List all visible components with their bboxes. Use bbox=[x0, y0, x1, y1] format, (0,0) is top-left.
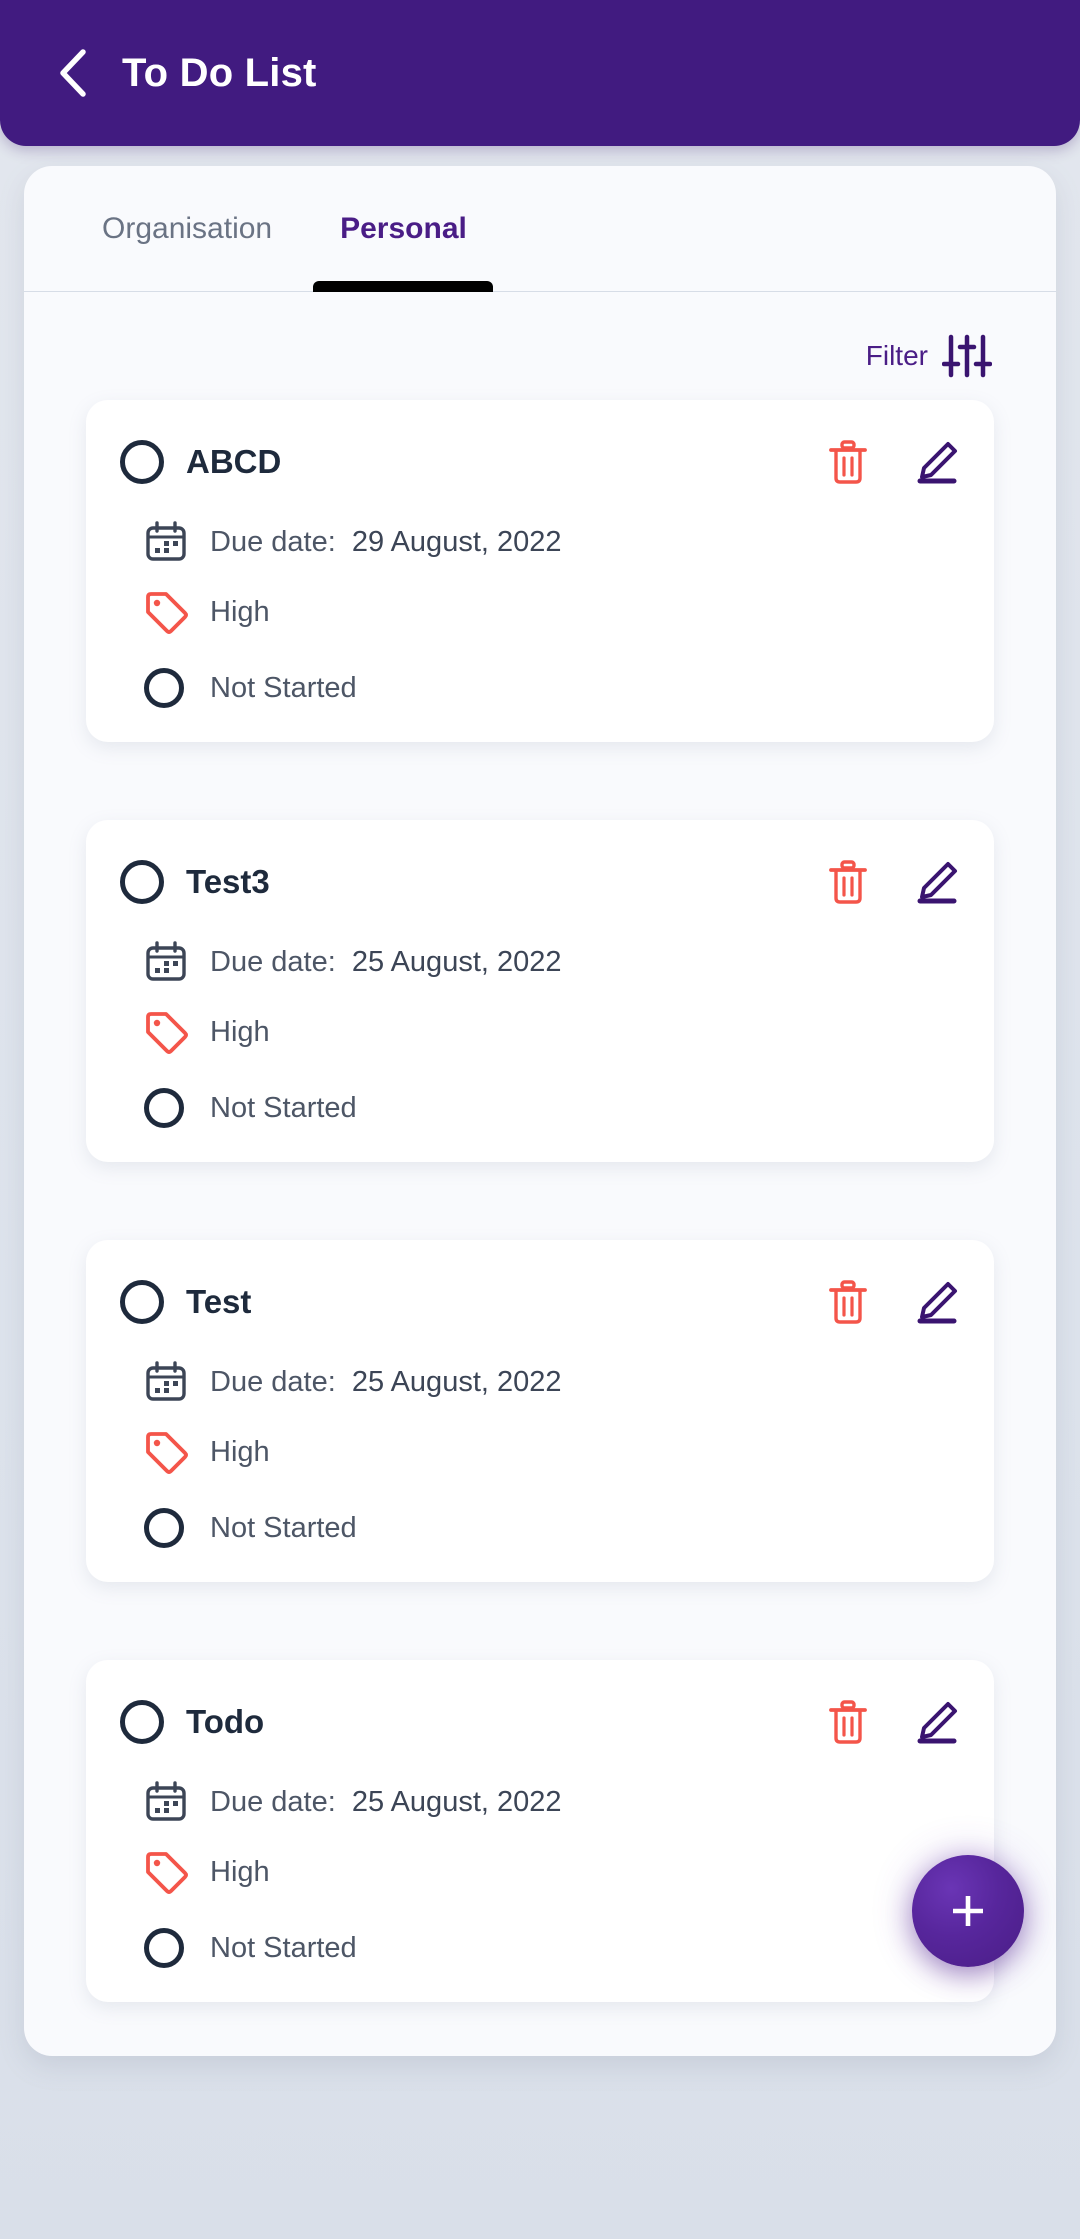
tag-icon bbox=[144, 1850, 192, 1894]
page-title: To Do List bbox=[122, 50, 317, 95]
edit-task-button[interactable] bbox=[914, 859, 960, 905]
tab-personal[interactable]: Personal bbox=[340, 166, 467, 292]
task-status: Not Started bbox=[210, 671, 357, 704]
task-status: Not Started bbox=[210, 1931, 357, 1964]
delete-task-button[interactable] bbox=[828, 1279, 868, 1325]
pencil-icon bbox=[917, 862, 957, 904]
filter-label: Filter bbox=[865, 340, 928, 371]
due-date-value: 25 August, 2022 bbox=[351, 1365, 562, 1398]
sliders-icon bbox=[942, 334, 992, 378]
task-checkbox[interactable] bbox=[120, 440, 164, 484]
due-date-label: Due date: bbox=[210, 1365, 352, 1398]
task-priority: High bbox=[210, 1855, 270, 1888]
content-sheet: Organisation Personal Filter ABCD Due da… bbox=[24, 166, 1056, 2056]
task-due-date: Due date: 29 August, 2022 bbox=[210, 526, 562, 559]
task-due-date-row: Due date: 25 August, 2022 bbox=[120, 940, 960, 984]
task-actions bbox=[828, 439, 960, 485]
app-screen: To Do List Organisation Personal Filter bbox=[0, 0, 1080, 2239]
tag-icon bbox=[144, 1430, 192, 1474]
task-priority-row: High bbox=[120, 1010, 960, 1054]
task-actions bbox=[828, 859, 960, 905]
pencil-icon bbox=[917, 1282, 957, 1324]
task-status-row: Not Started bbox=[120, 1088, 960, 1128]
circle-status-icon bbox=[144, 668, 192, 708]
task-due-date: Due date: 25 August, 2022 bbox=[210, 1786, 562, 1819]
task-title: Test3 bbox=[186, 863, 270, 900]
filter-button[interactable]: Filter bbox=[866, 333, 992, 379]
task-checkbox[interactable] bbox=[120, 1280, 164, 1324]
task-header: ABCD bbox=[120, 430, 960, 494]
task-actions bbox=[828, 1699, 960, 1745]
task-status-row: Not Started bbox=[120, 1928, 960, 1968]
task-priority: High bbox=[210, 1015, 270, 1048]
trash-icon bbox=[829, 860, 867, 904]
pencil-icon bbox=[917, 1702, 957, 1744]
task-header: Todo bbox=[120, 1690, 960, 1754]
due-date-value: 25 August, 2022 bbox=[351, 945, 562, 978]
tab-organisation[interactable]: Organisation bbox=[102, 166, 272, 292]
edit-task-button[interactable] bbox=[914, 439, 960, 485]
task-priority-row: High bbox=[120, 590, 960, 634]
task-priority-row: High bbox=[120, 1430, 960, 1474]
pencil-icon bbox=[917, 442, 957, 484]
task-due-date-row: Due date: 29 August, 2022 bbox=[120, 520, 960, 564]
delete-task-button[interactable] bbox=[828, 439, 868, 485]
task-card[interactable]: ABCD Due date: 29 August, 2022 High Not … bbox=[86, 400, 994, 742]
edit-task-button[interactable] bbox=[914, 1699, 960, 1745]
calendar-icon bbox=[144, 1360, 192, 1404]
filter-row: Filter bbox=[24, 292, 1056, 386]
trash-icon bbox=[829, 440, 867, 484]
task-due-date: Due date: 25 August, 2022 bbox=[210, 946, 562, 979]
task-checkbox[interactable] bbox=[120, 1700, 164, 1744]
tab-personal-label: Personal bbox=[340, 211, 467, 245]
tab-organisation-label: Organisation bbox=[102, 211, 273, 245]
circle-status-icon bbox=[144, 1088, 192, 1128]
task-due-date: Due date: 25 August, 2022 bbox=[210, 1366, 562, 1399]
trash-icon bbox=[829, 1280, 867, 1324]
back-button[interactable] bbox=[44, 44, 102, 102]
due-date-label: Due date: bbox=[210, 525, 352, 558]
task-status: Not Started bbox=[210, 1511, 357, 1544]
circle-status-icon bbox=[144, 1928, 192, 1968]
app-header: To Do List bbox=[0, 0, 1080, 146]
tag-icon bbox=[144, 590, 192, 634]
task-title: Test bbox=[186, 1283, 252, 1320]
tag-icon bbox=[144, 1010, 192, 1054]
task-title: ABCD bbox=[186, 443, 282, 480]
delete-task-button[interactable] bbox=[828, 859, 868, 905]
add-task-fab[interactable] bbox=[912, 1855, 1024, 1967]
task-title: Todo bbox=[186, 1703, 265, 1740]
task-header: Test bbox=[120, 1270, 960, 1334]
delete-task-button[interactable] bbox=[828, 1699, 868, 1745]
task-checkbox[interactable] bbox=[120, 860, 164, 904]
due-date-value: 25 August, 2022 bbox=[351, 1785, 562, 1818]
task-card[interactable]: Test3 Due date: 25 August, 2022 High Not… bbox=[86, 820, 994, 1162]
task-status-row: Not Started bbox=[120, 668, 960, 708]
due-date-label: Due date: bbox=[210, 1785, 352, 1818]
task-card[interactable]: Todo Due date: 25 August, 2022 High Not … bbox=[86, 1660, 994, 2002]
tab-bar: Organisation Personal bbox=[24, 166, 1056, 292]
task-due-date-row: Due date: 25 August, 2022 bbox=[120, 1780, 960, 1824]
trash-icon bbox=[829, 1700, 867, 1744]
circle-status-icon bbox=[144, 1508, 192, 1548]
task-priority: High bbox=[210, 595, 270, 628]
edit-task-button[interactable] bbox=[914, 1279, 960, 1325]
task-priority: High bbox=[210, 1435, 270, 1468]
chevron-left-icon bbox=[60, 49, 86, 97]
task-header: Test3 bbox=[120, 850, 960, 914]
calendar-icon bbox=[144, 940, 192, 984]
task-status-row: Not Started bbox=[120, 1508, 960, 1548]
task-card[interactable]: Test Due date: 25 August, 2022 High Not … bbox=[86, 1240, 994, 1582]
task-actions bbox=[828, 1279, 960, 1325]
task-status: Not Started bbox=[210, 1091, 357, 1124]
task-list: ABCD Due date: 29 August, 2022 High Not … bbox=[24, 386, 1056, 2002]
task-due-date-row: Due date: 25 August, 2022 bbox=[120, 1360, 960, 1404]
plus-icon bbox=[953, 1896, 983, 1926]
calendar-icon bbox=[144, 520, 192, 564]
due-date-label: Due date: bbox=[210, 945, 352, 978]
due-date-value: 29 August, 2022 bbox=[351, 525, 562, 558]
calendar-icon bbox=[144, 1780, 192, 1824]
task-priority-row: High bbox=[120, 1850, 960, 1894]
